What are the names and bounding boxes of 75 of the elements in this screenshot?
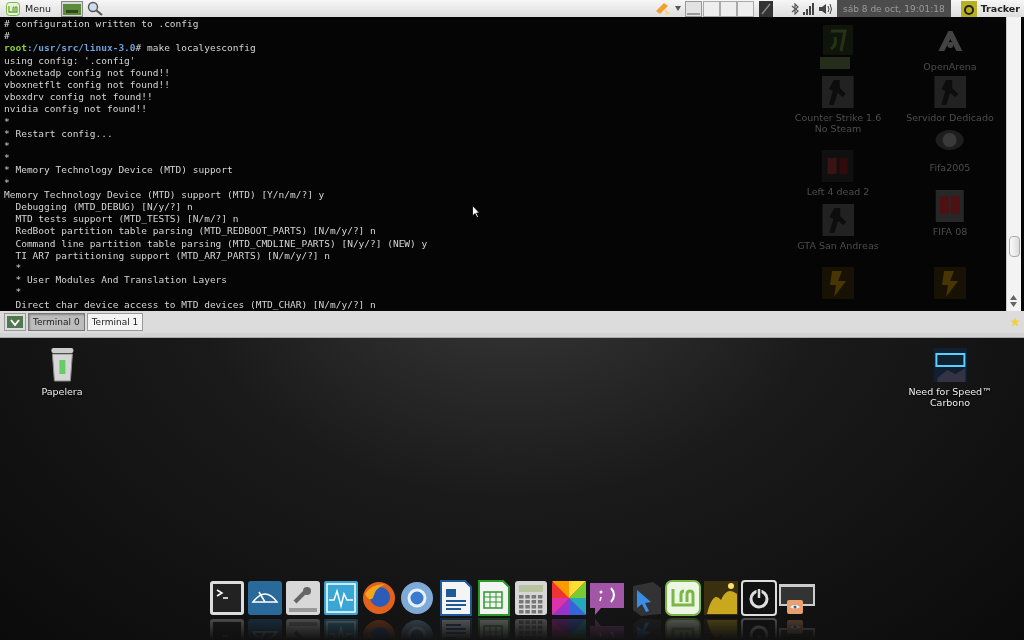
- add-tab-button[interactable]: [4, 313, 26, 331]
- scroll-thumb[interactable]: [1009, 236, 1020, 257]
- terminal-line: MTD tests support (MTD_TESTS) [N/m/?] n: [14, 213, 239, 226]
- label-bar-icon: [820, 57, 850, 69]
- volume-icon[interactable]: [819, 2, 834, 15]
- workspace-switcher-icon[interactable]: [685, 0, 756, 17]
- terminal-line: * Restart config...: [4, 127, 113, 141]
- terminal-line: Command line partition table parsing (MTD_CMDLINE_PARTS) [N/y/?] (NEW) y: [14, 237, 428, 250]
- icon-label: OpenArena: [923, 61, 977, 72]
- pinwheel-icon[interactable]: [551, 580, 587, 616]
- terminal-icon[interactable]: [209, 580, 245, 616]
- terminal-line: vboxnetadp config not found!!: [4, 66, 170, 79]
- photo-icon[interactable]: [703, 580, 739, 616]
- terminal-line: *: [14, 262, 22, 275]
- down-arrow-icon: [7, 316, 23, 328]
- figure-icon: [822, 76, 854, 108]
- menu-button[interactable]: Menu: [6, 0, 58, 17]
- tracker-button[interactable]: Tracker: [954, 0, 1024, 17]
- monitor-icon[interactable]: [61, 0, 84, 17]
- terminal-tab[interactable]: Terminal 1: [86, 313, 144, 331]
- scrollbar[interactable]: [1006, 17, 1021, 311]
- terminal-line: Memory Technology Device (MTD) support (MTD) [Y/n/m/?] y: [4, 188, 325, 202]
- icon-label: Left 4 dead 2: [806, 186, 870, 197]
- icon-label: Fifa2005: [929, 162, 971, 173]
- show-desktop-icon[interactable]: [759, 0, 774, 17]
- document-icon[interactable]: [437, 580, 473, 616]
- terminal-line: *: [4, 140, 10, 153]
- star-icon[interactable]: [1010, 317, 1020, 327]
- figure-icon: [822, 204, 854, 236]
- terminal-line: Debugging (MTD_DEBUG) [N/y/?] n: [14, 201, 193, 214]
- terminal-line: * User Modules And Translation Layers: [14, 274, 228, 287]
- icon-label: GTA San Andreas: [797, 240, 879, 251]
- search-icon[interactable]: [87, 0, 104, 17]
- terminal-line: using config: '.config': [4, 54, 136, 67]
- calculator-icon[interactable]: [513, 580, 549, 616]
- icon-label[interactable]: Papelera: [41, 386, 83, 397]
- terminal-line: root:/usr/src/linux-3.0# make localyesconfig: [4, 42, 256, 55]
- terminal-line: vboxdrv config not found!!: [4, 91, 153, 104]
- emblem-icon: [823, 25, 853, 55]
- caret-icon[interactable]: [675, 6, 682, 11]
- terminal-line: RedBoot partition table parsing (MTD_REDBOOT_PARTS) [N/m/y/?] n: [14, 225, 376, 238]
- terminal-line: nvidia config not found!!: [4, 103, 147, 116]
- terminal-line: Direct char device access to MTD devices (MTD_CHAR) [N/m/y/?] n: [14, 298, 376, 311]
- icon-label[interactable]: Need for Speed™ Carbono: [908, 386, 992, 408]
- terminal-line: * Memory Technology Device (MTD) support: [4, 164, 233, 177]
- ring-icon[interactable]: [399, 580, 435, 616]
- globe-icon[interactable]: [361, 580, 397, 616]
- mouse-pointer-icon: [472, 205, 480, 218]
- smiley-bubble-icon[interactable]: [589, 580, 625, 616]
- terminal-line: *: [4, 176, 10, 189]
- game-logo-icon[interactable]: [933, 348, 967, 382]
- waveform-icon[interactable]: [323, 580, 359, 616]
- trash-icon[interactable]: [50, 348, 74, 382]
- terminal-line: #: [4, 30, 10, 43]
- terminal-tab[interactable]: Terminal 0: [28, 313, 85, 331]
- terminal-line: TI AR7 partitioning support (MTD_AR7_PARTS) [N/m/y/?] n: [14, 249, 330, 263]
- terminal-line: # configuration written to .config: [4, 18, 199, 31]
- logo-icon: [6, 1, 20, 16]
- terminal-line: vboxnetflt config not found!!: [4, 79, 170, 92]
- terminal-line: *: [4, 115, 10, 128]
- signal-icon[interactable]: [803, 2, 816, 15]
- logo-icon[interactable]: [665, 580, 701, 616]
- bolt-icon: [822, 267, 854, 299]
- scroll-arrows-icon[interactable]: [1010, 295, 1017, 307]
- icon-label: Counter Strike 1.6 No Steam: [794, 112, 882, 134]
- bolt-icon: [934, 267, 966, 299]
- icon-label: FIFA 08: [932, 226, 968, 237]
- terminal-line: *: [14, 286, 22, 299]
- spreadsheet-icon[interactable]: [475, 580, 511, 616]
- windshield-icon[interactable]: [247, 580, 283, 616]
- power-icon[interactable]: [741, 580, 777, 616]
- icon-label: Servidor Dedicado: [906, 112, 994, 123]
- figure-icon: [934, 76, 966, 108]
- terminal-line: *: [4, 152, 10, 165]
- bluetooth-icon[interactable]: [791, 2, 800, 15]
